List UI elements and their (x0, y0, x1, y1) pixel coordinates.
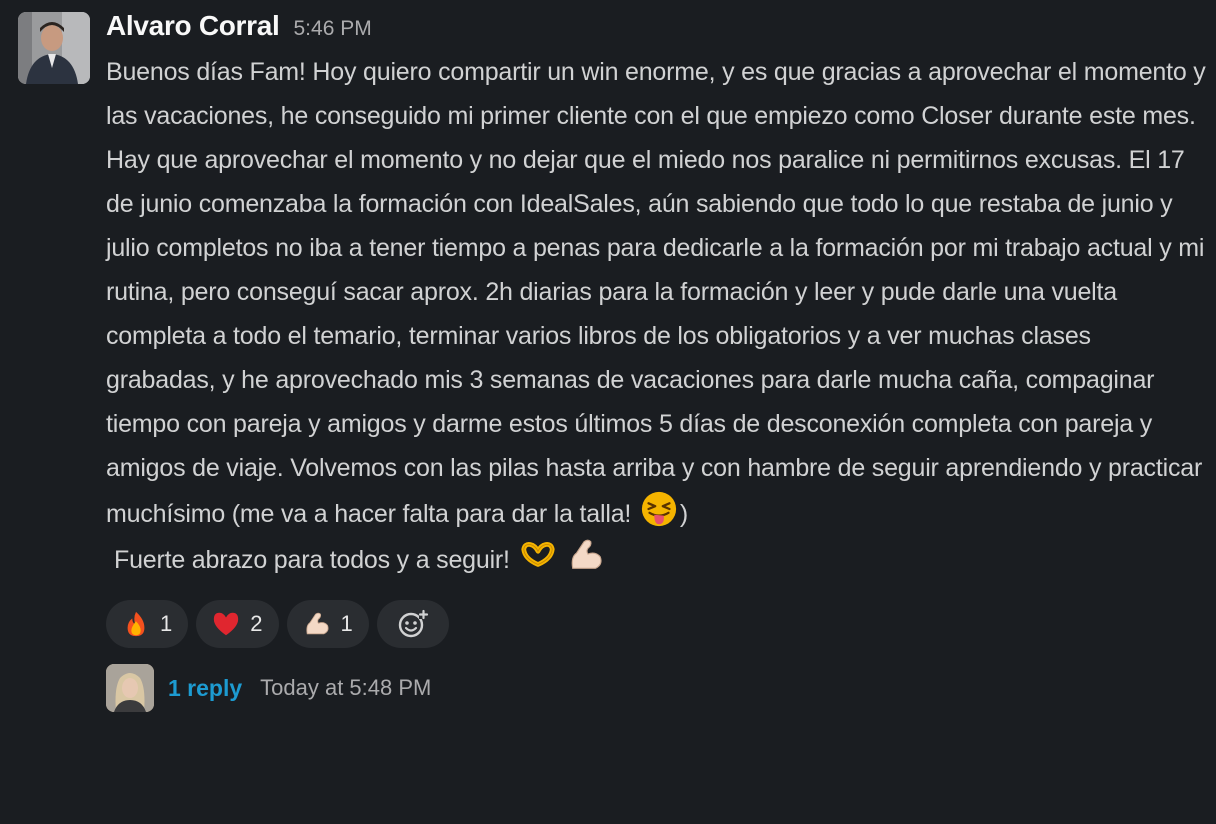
message-paragraph-text: Buenos días Fam! Hoy quiero compartir un… (106, 58, 1206, 528)
heart-hands-emoji (520, 542, 555, 567)
message-timestamp[interactable]: 5:46 PM (294, 17, 372, 41)
reactions-bar: 1 2 1 (106, 600, 1206, 648)
reply-count-link[interactable]: 1 reply (168, 675, 242, 702)
fire-emoji (127, 611, 145, 637)
message-closing-text: Fuerte abrazo para todos y a seguir! (114, 546, 510, 574)
squinting-tongue-face-emoji (641, 491, 677, 527)
last-reply-time: Today at 5:48 PM (260, 675, 432, 700)
thread-summary: 1 reply Today at 5:48 PM (106, 664, 1206, 712)
reply-avatar[interactable] (106, 664, 154, 712)
message-body: Buenos días Fam! Hoy quiero compartir un… (106, 50, 1206, 582)
reaction-count: 1 (340, 611, 353, 636)
flexed-biceps-emoji (305, 612, 328, 635)
reply-avatar-image (106, 664, 154, 712)
flexed-biceps-emoji (571, 539, 602, 569)
message-content: Alvaro Corral 5:46 PM Buenos días Fam! H… (106, 10, 1206, 712)
author-avatar[interactable] (18, 12, 90, 84)
reaction-heart[interactable]: 2 (196, 600, 279, 648)
add-reaction-button[interactable] (376, 600, 449, 648)
author-avatar-image (18, 12, 90, 84)
message-paragraph-end: ) (679, 500, 689, 528)
red-heart-emoji (214, 612, 239, 636)
reaction-count: 2 (250, 611, 263, 636)
message-closing: Fuerte abrazo para todos y a seguir! (106, 536, 1206, 582)
message-header: Alvaro Corral 5:46 PM (106, 10, 1206, 46)
reaction-count: 1 (160, 611, 173, 636)
reaction-fire[interactable]: 1 (106, 600, 189, 648)
reaction-biceps[interactable]: 1 (286, 600, 369, 648)
add-emoji-icon (398, 609, 428, 638)
message-paragraph: Buenos días Fam! Hoy quiero compartir un… (106, 50, 1206, 536)
author-name[interactable]: Alvaro Corral (106, 10, 280, 42)
